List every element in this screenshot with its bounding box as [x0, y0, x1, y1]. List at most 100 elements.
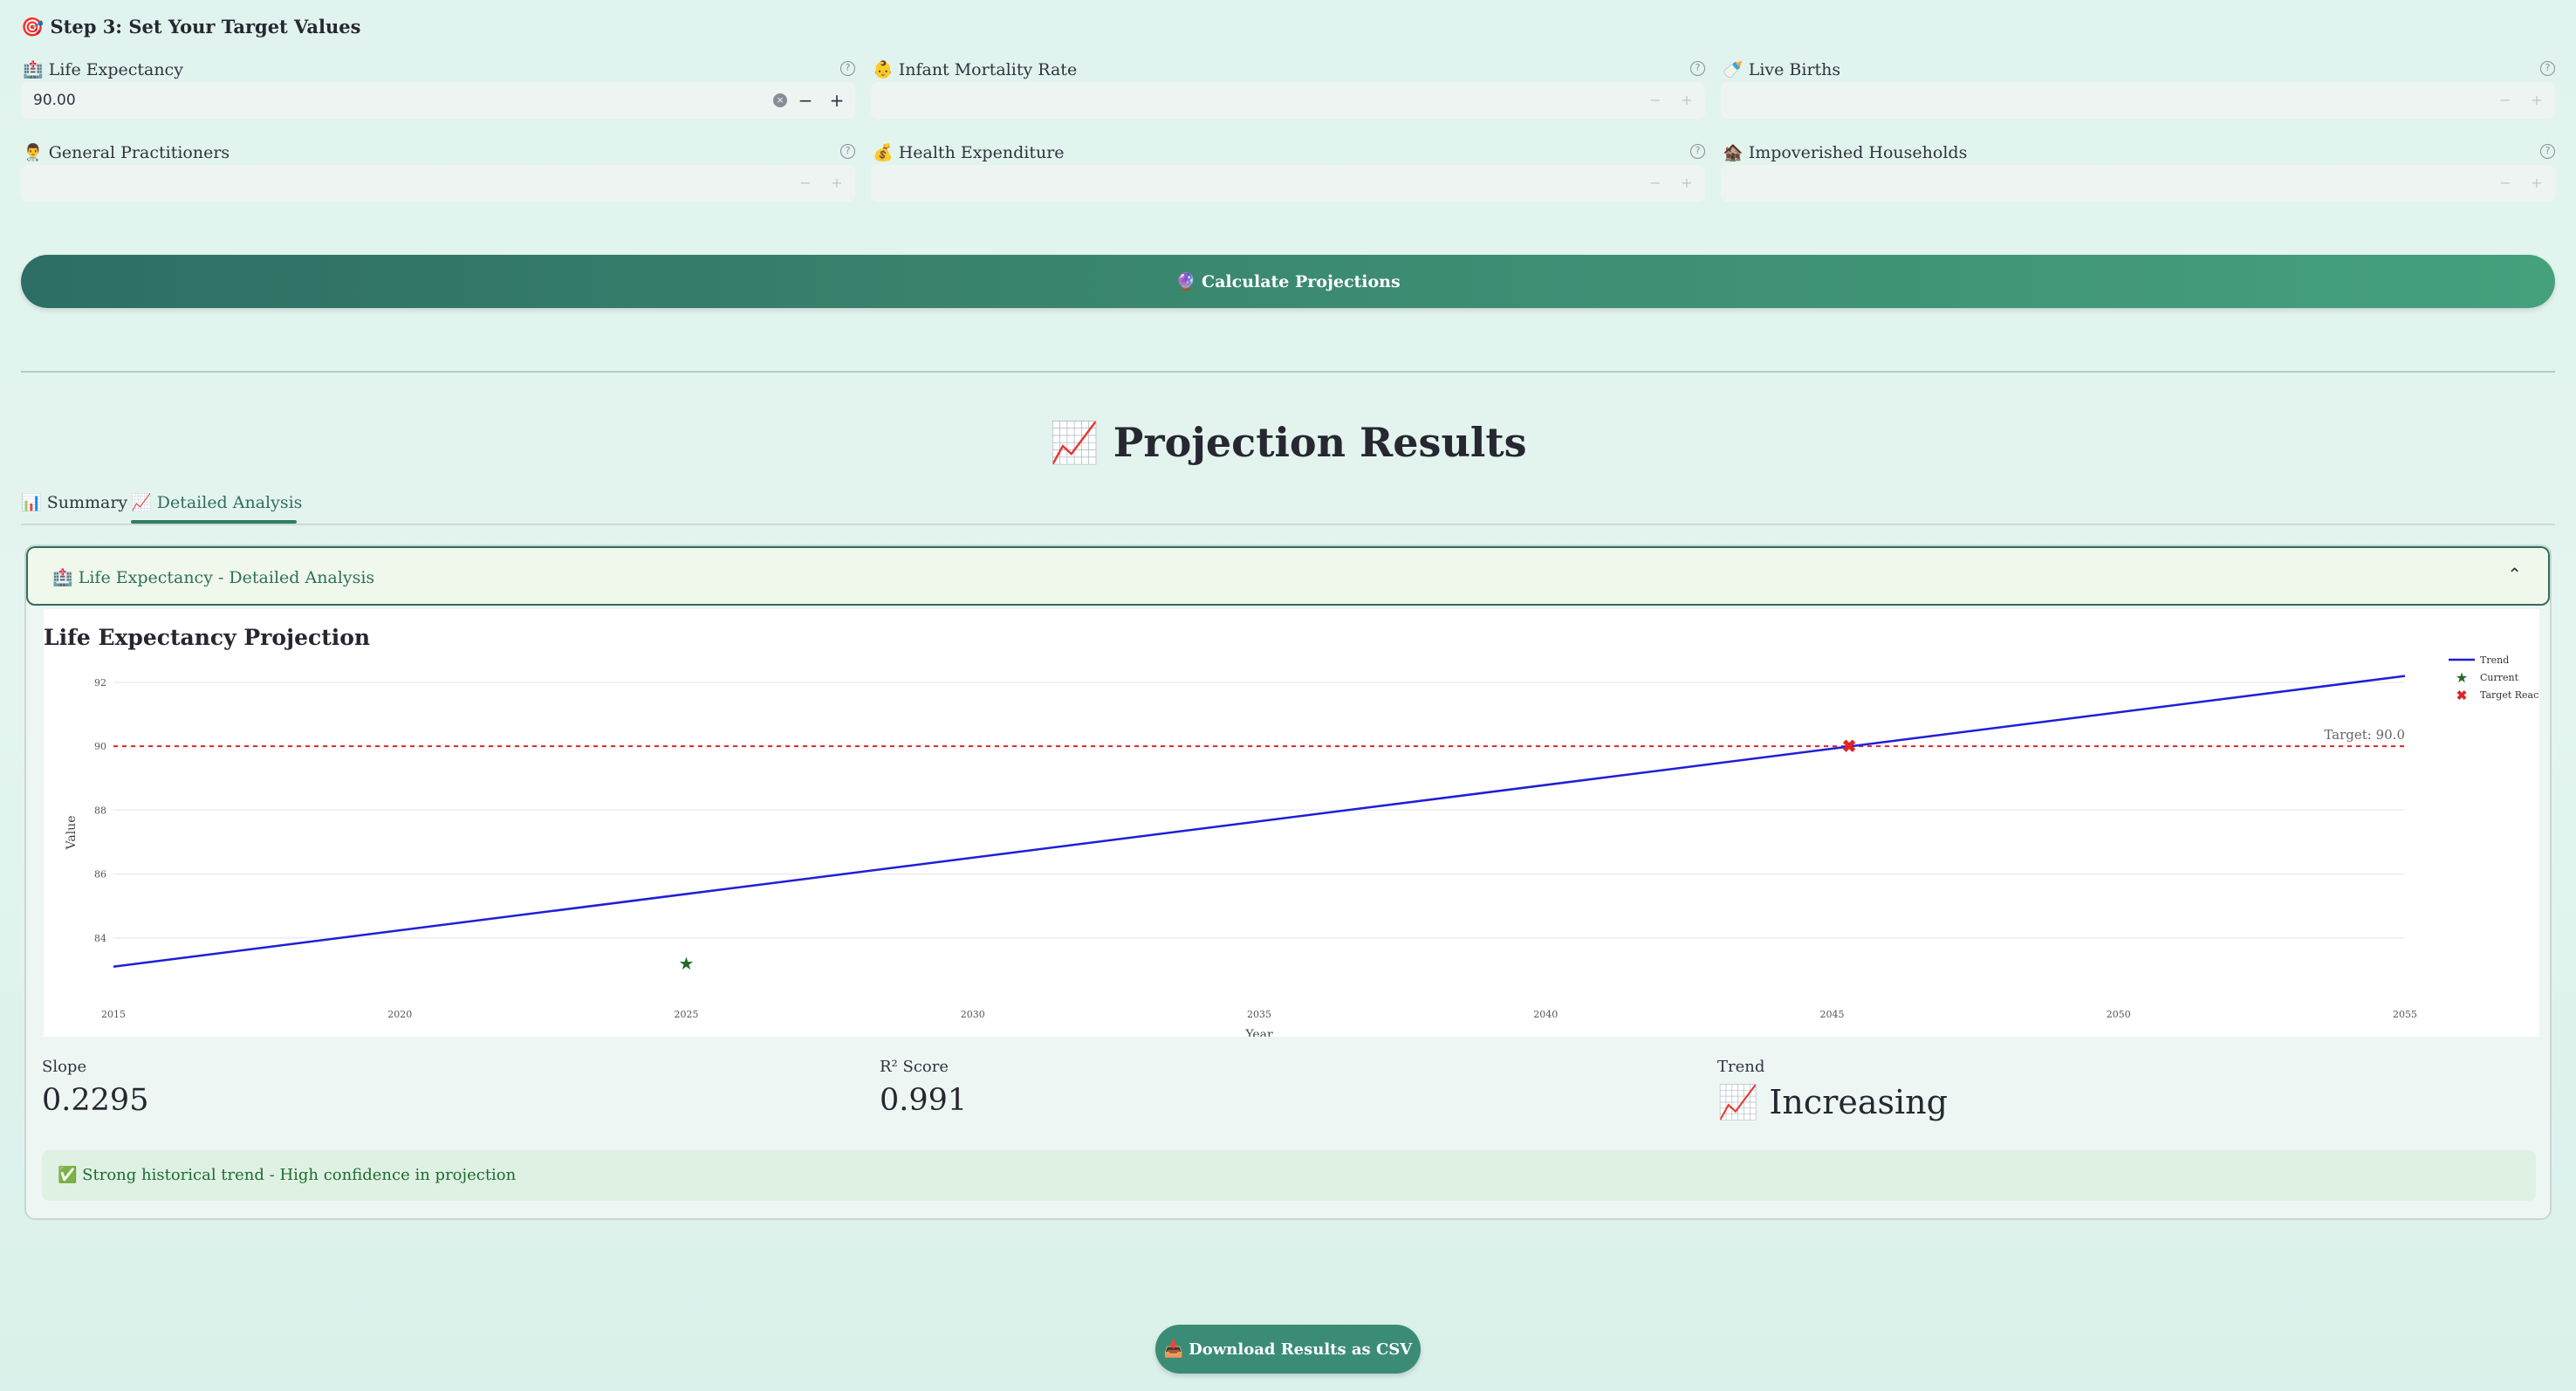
chart-increasing-icon: 📈	[1049, 419, 1100, 466]
success-message: Strong historical trend - High confidenc…	[82, 1166, 517, 1184]
decrement-button[interactable]: −	[792, 170, 819, 196]
legend-label: Current	[2480, 672, 2519, 683]
active-tab-indicator	[131, 520, 297, 524]
bottle-icon: 🍼	[1723, 60, 1744, 79]
crystal-ball-icon: 🔮	[1175, 272, 1196, 291]
trend-line	[113, 675, 2406, 968]
field-label-text: Infant Mortality Rate	[898, 60, 1078, 79]
money-bag-icon: 💰	[873, 143, 894, 162]
y-tick-label: 84	[94, 933, 106, 944]
tab-label: Detailed Analysis	[156, 493, 303, 512]
success-text: ✅ Strong historical trend - High confide…	[58, 1166, 516, 1184]
expander-title-text: Life Expectancy - Detailed Analysis	[78, 568, 375, 587]
life-expectancy-input[interactable]: 90.00 × − +	[21, 82, 855, 119]
decrement-button[interactable]: −	[792, 87, 819, 113]
decrement-button[interactable]: −	[2492, 87, 2518, 113]
calculate-label: Calculate Projections	[1201, 271, 1401, 291]
field-label: 🍼 Live Births	[1723, 59, 1840, 79]
field-label-text: General Practitioners	[48, 143, 230, 162]
chevron-up-icon[interactable]: ⌃	[2507, 564, 2522, 585]
tab-label: Summary	[46, 493, 128, 512]
r2-metric: R² Score 0.991	[880, 1058, 967, 1118]
increment-button[interactable]: +	[824, 87, 850, 113]
impoverished-households-input[interactable]: − +	[1721, 165, 2555, 202]
help-icon[interactable]: ?	[840, 144, 855, 159]
doctor-icon: 👨‍⚕️	[23, 143, 44, 162]
x-tick-label: 2015	[101, 1009, 126, 1020]
infant-mortality-input[interactable]: − +	[871, 82, 1705, 119]
decrement-button[interactable]: −	[1642, 170, 1668, 196]
inbox-tray-icon: 📥	[1163, 1340, 1184, 1359]
target-icon: 🎯	[21, 17, 45, 38]
input-value[interactable]: 90.00	[33, 92, 76, 109]
legend-label: Target Reached	[2480, 689, 2539, 701]
metric-value: 0.991	[880, 1083, 968, 1118]
help-icon[interactable]: ?	[1690, 144, 1705, 159]
tab-summary[interactable]: 📊 Summary	[21, 492, 127, 512]
field-label: 👶 Infant Mortality Rate	[873, 59, 1077, 79]
increment-button[interactable]: +	[2524, 87, 2550, 113]
divider	[21, 371, 2555, 373]
field-label: 💰 Health Expenditure	[873, 142, 1065, 162]
help-icon[interactable]: ?	[2540, 144, 2555, 159]
house-icon: 🏚️	[1723, 143, 1744, 162]
results-title-text: Projection Results	[1113, 419, 1527, 466]
bar-chart-icon: 📊	[21, 493, 42, 512]
x-tick-label: 2050	[2107, 1009, 2131, 1020]
download-csv-button[interactable]: 📥 Download Results as CSV	[1155, 1325, 1421, 1374]
tab-detailed-analysis[interactable]: 📈 Detailed Analysis	[131, 492, 302, 512]
clear-icon[interactable]: ×	[773, 93, 787, 107]
x-tick-label: 2025	[675, 1009, 699, 1020]
step-title-text: Step 3: Set Your Target Values	[50, 16, 361, 38]
field-label-text: Life Expectancy	[48, 60, 183, 79]
x-tick-label: 2040	[1533, 1009, 1558, 1020]
expander-header[interactable]: 🏥 Life Expectancy - Detailed Analysis ⌃	[26, 546, 2550, 606]
y-tick-label: 86	[94, 869, 106, 881]
field-label: 👨‍⚕️ General Practitioners	[23, 142, 230, 162]
x-tick-label: 2045	[1820, 1009, 1845, 1020]
legend-label: Trend	[2480, 654, 2509, 666]
baby-icon: 👶	[873, 60, 894, 79]
y-axis-label: Value	[65, 816, 79, 851]
chart-increasing-icon: 📈	[1717, 1083, 1759, 1121]
y-tick-label: 88	[94, 805, 106, 816]
increment-button[interactable]: +	[824, 170, 850, 196]
increment-button[interactable]: +	[1674, 170, 1700, 196]
hospital-icon: 🏥	[23, 60, 44, 79]
target-reached-marker: ✖	[1842, 736, 1857, 757]
metric-label: Trend	[1717, 1058, 1765, 1076]
help-icon[interactable]: ?	[840, 61, 855, 76]
success-alert: ✅ Strong historical trend - High confide…	[42, 1150, 2536, 1201]
decrement-button[interactable]: −	[2492, 170, 2518, 196]
help-icon[interactable]: ?	[1690, 61, 1705, 76]
hospital-icon: 🏥	[52, 568, 73, 587]
legend-swatch: ✖	[2456, 688, 2468, 703]
health-expenditure-input[interactable]: − +	[871, 165, 1705, 202]
trend-value: Increasing	[1769, 1083, 1948, 1121]
expander-title: 🏥 Life Expectancy - Detailed Analysis	[52, 567, 374, 587]
chart-panel: Life Expectancy Projection 84 86 88 90 92 201…	[44, 609, 2539, 1037]
live-births-input[interactable]: − +	[1721, 82, 2555, 119]
metric-label: R² Score	[880, 1058, 949, 1076]
download-label: Download Results as CSV	[1189, 1340, 1413, 1359]
field-label-text: Live Births	[1748, 60, 1841, 79]
calculate-projections-button[interactable]: 🔮 Calculate Projections	[21, 255, 2555, 308]
x-tick-label: 2020	[387, 1009, 412, 1020]
projection-chart: 84 86 88 90 92 2015 2020 2025 2030 2035 2040 2045 20…	[65, 654, 2539, 1037]
results-title: 📈 Projection Results	[0, 419, 2576, 467]
x-axis-label: Year	[1244, 1028, 1273, 1037]
chart-increasing-icon: 📈	[131, 493, 152, 512]
increment-button[interactable]: +	[1674, 87, 1700, 113]
increment-button[interactable]: +	[2524, 170, 2550, 196]
decrement-button[interactable]: −	[1642, 87, 1668, 113]
x-tick-label: 2055	[2393, 1009, 2417, 1020]
help-icon[interactable]: ?	[2540, 61, 2555, 76]
target-label: Target: 90.0	[2324, 727, 2405, 743]
general-practitioners-input[interactable]: − +	[21, 165, 855, 202]
current-point-marker: ★	[679, 953, 695, 974]
x-tick-label: 2035	[1247, 1009, 1271, 1020]
x-tick-label: 2030	[961, 1009, 985, 1020]
y-tick-label: 92	[94, 677, 106, 689]
field-label-text: Impoverished Households	[1748, 143, 1968, 162]
field-label: 🏥 Life Expectancy	[23, 59, 183, 79]
